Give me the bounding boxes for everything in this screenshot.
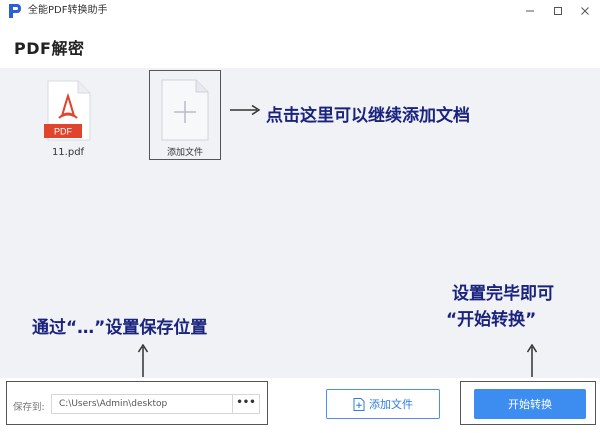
app-logo-icon: [9, 4, 21, 18]
browse-button[interactable]: •••: [232, 394, 260, 414]
save-path-input[interactable]: [51, 394, 232, 414]
start-convert-button[interactable]: 开始转换: [474, 389, 586, 419]
start-hint-annotation-line2: “开始转换”: [446, 310, 537, 330]
arrow-right-icon: [230, 104, 261, 116]
add-file-button[interactable]: 添加文件: [326, 389, 440, 419]
close-icon: [581, 7, 589, 15]
arrow-up-icon: [137, 344, 149, 377]
add-hint-annotation: 点击这里可以继续添加文档: [266, 106, 470, 126]
close-button[interactable]: [571, 0, 599, 22]
start-convert-button-label: 开始转换: [508, 398, 552, 411]
app-title: 全能PDF转换助手: [28, 5, 108, 16]
minimize-button[interactable]: [516, 0, 544, 22]
pdf-badge-text: PDF: [54, 127, 73, 137]
page-title: PDF解密: [14, 39, 85, 58]
add-document-icon: [161, 79, 209, 141]
add-file-tile-label: 添加文件: [166, 148, 203, 158]
file-name: 11.pdf: [51, 147, 85, 158]
add-file-icon: [353, 397, 365, 411]
save-to-label: 保存到:: [13, 402, 45, 413]
add-file-button-label: 添加文件: [369, 398, 413, 411]
maximize-icon: [554, 7, 562, 15]
maximize-button[interactable]: [544, 0, 572, 22]
title-bar: 全能PDF转换助手: [0, 0, 600, 22]
save-hint-annotation: 通过“…”设置保存位置: [32, 318, 208, 338]
pdf-file-icon: PDF: [44, 80, 91, 141]
minimize-icon: [526, 10, 534, 12]
arrow-up-icon: [526, 344, 538, 377]
start-hint-annotation-line1: 设置完毕即可: [452, 284, 554, 304]
add-file-tile[interactable]: 添加文件: [149, 70, 221, 160]
